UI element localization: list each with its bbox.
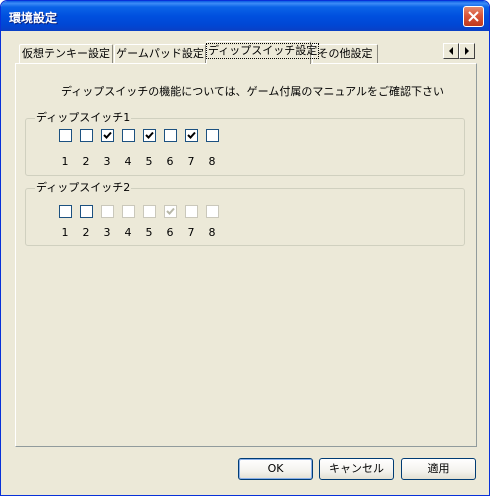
dip-switch-number: 5 xyxy=(145,155,153,168)
window-title: 環境設定 xyxy=(9,11,58,25)
dip-switch-2-6-checkbox xyxy=(164,205,177,218)
tab-scroll-left-button[interactable] xyxy=(443,43,459,59)
close-icon xyxy=(468,11,479,22)
dip-switch-number: 1 xyxy=(61,226,69,239)
checkmark-icon xyxy=(103,131,112,139)
dip-switch-group-1: ディップスイッチ1 xyxy=(25,111,465,176)
tab-dip-switch[interactable]: ディップスイッチ設定 xyxy=(205,41,320,64)
title-bar[interactable]: 環境設定 xyxy=(1,1,489,31)
arrow-right-icon xyxy=(465,47,469,55)
dip-switch-2-8-checkbox xyxy=(206,205,219,218)
dip-switch-1-3-checkbox[interactable] xyxy=(101,129,114,142)
tab-gamepad[interactable]: ゲームパッド設定 xyxy=(114,44,206,63)
checkmark-icon xyxy=(145,131,154,139)
dip-switch-number: 6 xyxy=(166,226,174,239)
dip-switch-2-3-checkbox xyxy=(101,205,114,218)
dip-switch-number: 2 xyxy=(82,226,90,239)
dip-switch-1-1-checkbox[interactable] xyxy=(59,129,72,142)
dip-switch-number: 8 xyxy=(208,155,216,168)
dip-switch-number: 4 xyxy=(124,155,132,168)
checkmark-icon xyxy=(187,131,196,139)
tab-scroll-right-button[interactable] xyxy=(459,43,475,59)
close-button[interactable] xyxy=(463,6,484,27)
dip-switch-1-8-checkbox[interactable] xyxy=(206,129,219,142)
dip-switch-number: 6 xyxy=(166,155,174,168)
arrow-left-icon xyxy=(449,47,453,55)
dip-switch-2-7-checkbox xyxy=(185,205,198,218)
dip-switch-1-6-checkbox[interactable] xyxy=(164,129,177,142)
tab-label: ゲームパッド設定 xyxy=(116,47,204,60)
tab-other[interactable]: その他設定 xyxy=(312,44,378,63)
dip-switch-2-4-checkbox xyxy=(122,205,135,218)
settings-dialog: 環境設定 仮想テンキー設定 ゲームパッド設定 ディップスイッチ設定 その他設定 … xyxy=(0,0,490,496)
checkmark-icon xyxy=(166,207,175,215)
group-label: ディップスイッチ2 xyxy=(35,181,132,195)
dip-switch-number: 3 xyxy=(103,226,111,239)
tab-label: 仮想テンキー設定 xyxy=(22,47,110,60)
dip-switch-number: 5 xyxy=(145,226,153,239)
dip-switch-note: ディップスイッチの機能については、ゲーム付属のマニュアルをご確認下さい xyxy=(61,85,445,98)
dip-switch-2-2-checkbox[interactable] xyxy=(80,205,93,218)
dip-switch-number: 1 xyxy=(61,155,69,168)
cancel-button[interactable]: キャンセル xyxy=(319,458,394,480)
apply-button[interactable]: 適用 xyxy=(401,458,476,480)
dip-switch-number: 7 xyxy=(187,155,195,168)
dip-switch-number: 3 xyxy=(103,155,111,168)
tab-label: その他設定 xyxy=(317,47,373,60)
tab-strip: 仮想テンキー設定 ゲームパッド設定 ディップスイッチ設定 その他設定 xyxy=(1,41,489,64)
tab-virtual-tenkey[interactable]: 仮想テンキー設定 xyxy=(19,44,113,63)
dip-switch-1-2-checkbox[interactable] xyxy=(80,129,93,142)
ok-button[interactable]: OK xyxy=(238,458,313,480)
group-label: ディップスイッチ1 xyxy=(35,111,132,125)
dip-switch-number: 8 xyxy=(208,226,216,239)
dip-switch-number: 2 xyxy=(82,155,90,168)
dip-switch-1-7-checkbox[interactable] xyxy=(185,129,198,142)
dip-switch-1-4-checkbox[interactable] xyxy=(122,129,135,142)
dip-switch-1-5-checkbox[interactable] xyxy=(143,129,156,142)
tab-label: ディップスイッチ設定 xyxy=(205,43,320,59)
dip-switch-number: 4 xyxy=(124,226,132,239)
dip-switch-number: 7 xyxy=(187,226,195,239)
dip-switch-2-5-checkbox xyxy=(143,205,156,218)
dip-switch-2-1-checkbox[interactable] xyxy=(59,205,72,218)
